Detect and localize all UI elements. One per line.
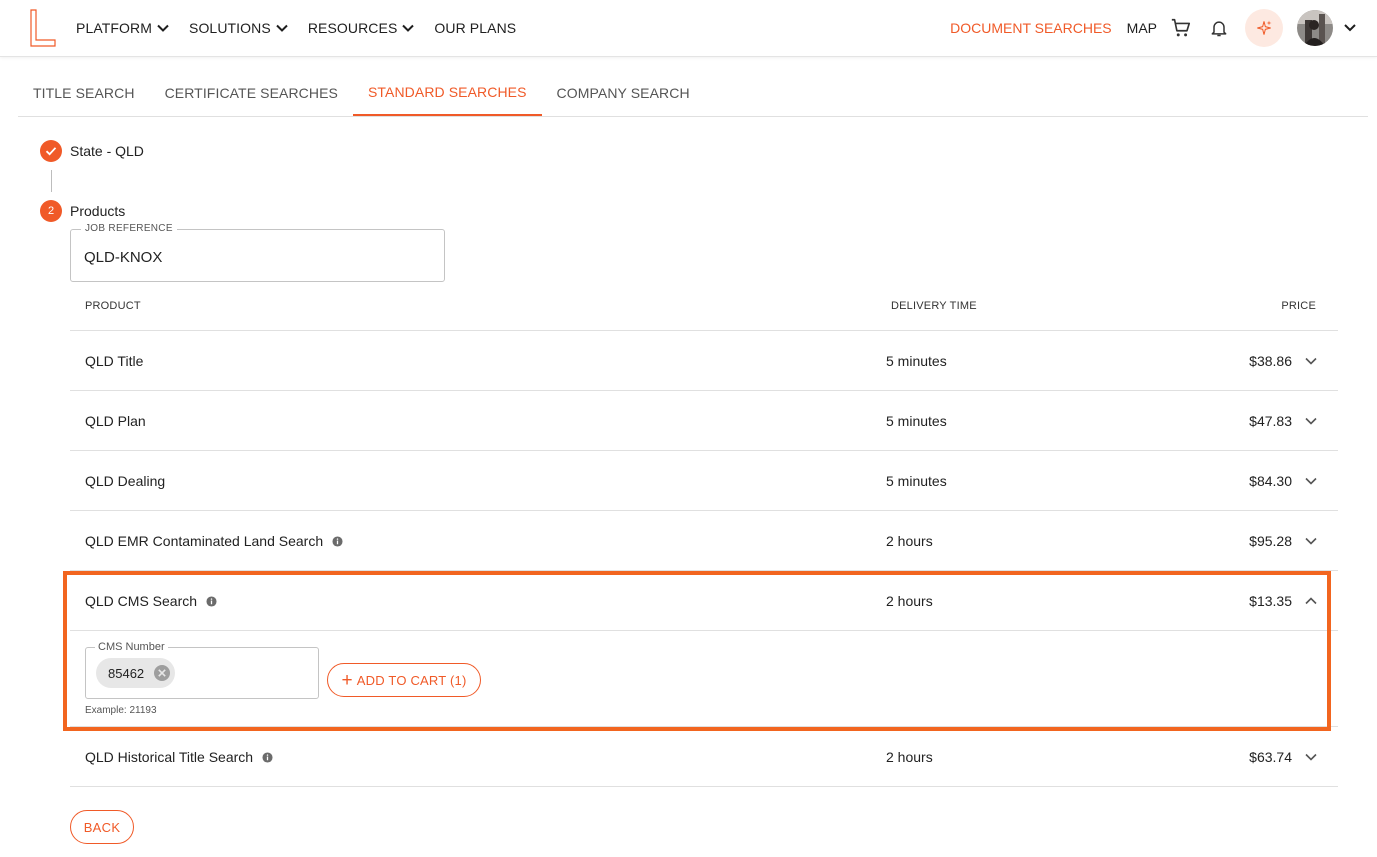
chevron-down-icon[interactable]	[1304, 414, 1318, 428]
header-price: PRICE	[1281, 300, 1316, 312]
product-name: QLD Plan	[85, 413, 146, 429]
add-to-cart-label: ADD TO CART (1)	[356, 672, 467, 688]
delivery-time: 5 minutes	[886, 353, 947, 369]
info-icon[interactable]	[262, 751, 273, 763]
nav-actions: DOCUMENT SEARCHES MAP	[950, 0, 1357, 56]
step-connector	[51, 170, 52, 192]
nav-resources-label: RESOURCES	[307, 20, 398, 36]
product-name: QLD Historical Title Search	[85, 749, 273, 765]
job-reference-label: JOB REFERENCE	[81, 223, 177, 234]
notifications-button[interactable]	[1207, 16, 1231, 40]
sparkle-icon	[1257, 20, 1272, 35]
back-button[interactable]: BACK	[70, 810, 134, 844]
price: $63.74	[1249, 749, 1292, 765]
product-name-text: QLD Title	[85, 353, 144, 369]
nav-platform-label: PLATFORM	[76, 20, 152, 36]
chevron-down-icon	[276, 24, 288, 32]
remove-chip-icon[interactable]	[153, 664, 171, 682]
price: $84.30	[1249, 473, 1292, 489]
cms-search-panel: CMS Number 85462 Example: 21193 + ADD TO…	[70, 631, 1338, 727]
product-name-text: QLD CMS Search	[85, 593, 198, 609]
step-number-badge: 2	[40, 200, 62, 222]
product-row-qld-emr[interactable]: QLD EMR Contaminated Land Search 2 hours…	[70, 511, 1338, 571]
step-state[interactable]: State - QLD	[40, 140, 144, 162]
cart-icon	[1171, 18, 1191, 37]
ai-assistant-button[interactable]	[1245, 9, 1283, 47]
chip-value: 85462	[108, 665, 145, 681]
step-state-label: State - QLD	[70, 143, 144, 159]
delivery-time: 5 minutes	[886, 473, 947, 489]
chevron-down-icon[interactable]	[1304, 534, 1318, 548]
info-icon[interactable]	[206, 595, 217, 607]
tab-certificate-searches[interactable]: CERTIFICATE SEARCHES	[150, 70, 353, 116]
delivery-time: 2 hours	[886, 533, 933, 549]
products-table: PRODUCT DELIVERY TIME PRICE QLD Title 5 …	[70, 282, 1338, 787]
top-navbar: PLATFORM SOLUTIONS RESOURCES OUR PLANS D…	[0, 0, 1377, 57]
step-products-label: Products	[70, 203, 126, 219]
nav-solutions-label: SOLUTIONS	[189, 20, 271, 36]
nav-platform[interactable]: PLATFORM	[76, 20, 169, 36]
price: $38.86	[1249, 353, 1292, 369]
product-name: QLD Title	[85, 353, 143, 369]
chevron-down-icon[interactable]	[1343, 23, 1357, 33]
info-icon[interactable]	[332, 535, 343, 547]
tab-title-search[interactable]: TITLE SEARCH	[18, 70, 150, 116]
main-menu: PLATFORM SOLUTIONS RESOURCES OUR PLANS	[76, 0, 516, 56]
check-icon	[45, 147, 57, 156]
bell-icon	[1211, 21, 1227, 37]
step-complete-badge	[40, 140, 62, 162]
avatar[interactable]	[1297, 10, 1333, 46]
cms-number-label: CMS Number	[95, 641, 168, 653]
product-name-text: QLD Dealing	[85, 473, 166, 489]
plus-icon: +	[341, 669, 353, 691]
chevron-down-icon[interactable]	[1304, 354, 1318, 368]
cms-number-field[interactable]: CMS Number 85462	[85, 641, 319, 699]
product-row-qld-historical-title[interactable]: QLD Historical Title Search 2 hours $63.…	[70, 727, 1338, 787]
cms-helper-text: Example: 21193	[85, 705, 157, 716]
nav-our-plans[interactable]: OUR PLANS	[434, 20, 516, 36]
product-row-qld-title[interactable]: QLD Title 5 minutes $38.86	[70, 331, 1338, 391]
price: $47.83	[1249, 413, 1292, 429]
delivery-time: 2 hours	[886, 593, 933, 609]
chevron-down-icon[interactable]	[1304, 750, 1318, 764]
product-row-qld-plan[interactable]: QLD Plan 5 minutes $47.83	[70, 391, 1338, 451]
product-name: QLD Dealing	[85, 473, 165, 489]
tab-company-search[interactable]: COMPANY SEARCH	[542, 70, 705, 116]
chevron-down-icon[interactable]	[1304, 474, 1318, 488]
cms-number-chip[interactable]: 85462	[96, 658, 176, 688]
step-products: 2 Products	[40, 200, 125, 222]
nav-resources[interactable]: RESOURCES	[308, 20, 415, 36]
product-name-text: QLD Historical Title Search	[85, 749, 254, 765]
header-delivery-time: DELIVERY TIME	[891, 300, 977, 312]
product-name-text: QLD EMR Contaminated Land Search	[85, 533, 324, 549]
product-name: QLD CMS Search	[85, 593, 217, 609]
price: $13.35	[1249, 593, 1292, 609]
product-row-qld-dealing[interactable]: QLD Dealing 5 minutes $84.30	[70, 451, 1338, 511]
cart-button[interactable]	[1169, 16, 1193, 40]
job-reference-field[interactable]: JOB REFERENCE QLD-KNOX	[70, 223, 445, 282]
add-to-cart-button[interactable]: + ADD TO CART (1)	[327, 663, 481, 697]
job-reference-value[interactable]: QLD-KNOX	[84, 249, 162, 266]
price: $95.28	[1249, 533, 1292, 549]
nav-our-plans-label: OUR PLANS	[434, 20, 517, 36]
product-row-qld-cms[interactable]: QLD CMS Search 2 hours $13.35	[70, 571, 1338, 631]
chevron-down-icon	[402, 24, 415, 32]
header-product: PRODUCT	[85, 300, 141, 312]
tab-standard-searches[interactable]: STANDARD SEARCHES	[352, 70, 542, 116]
avatar-image	[1297, 10, 1333, 46]
map-link[interactable]: MAP	[1127, 20, 1157, 36]
product-name-text: QLD Plan	[85, 413, 146, 429]
nav-solutions[interactable]: SOLUTIONS	[189, 20, 288, 36]
product-name: QLD EMR Contaminated Land Search	[85, 533, 343, 549]
delivery-time: 2 hours	[886, 749, 933, 765]
search-type-tabs: TITLE SEARCH CERTIFICATE SEARCHES STANDA…	[18, 70, 1368, 117]
table-header: PRODUCT DELIVERY TIME PRICE	[70, 282, 1338, 331]
logo-icon[interactable]	[28, 9, 58, 47]
chevron-up-icon[interactable]	[1304, 594, 1318, 608]
delivery-time: 5 minutes	[886, 413, 947, 429]
chevron-down-icon	[157, 24, 169, 32]
document-searches-link[interactable]: DOCUMENT SEARCHES	[950, 20, 1112, 36]
